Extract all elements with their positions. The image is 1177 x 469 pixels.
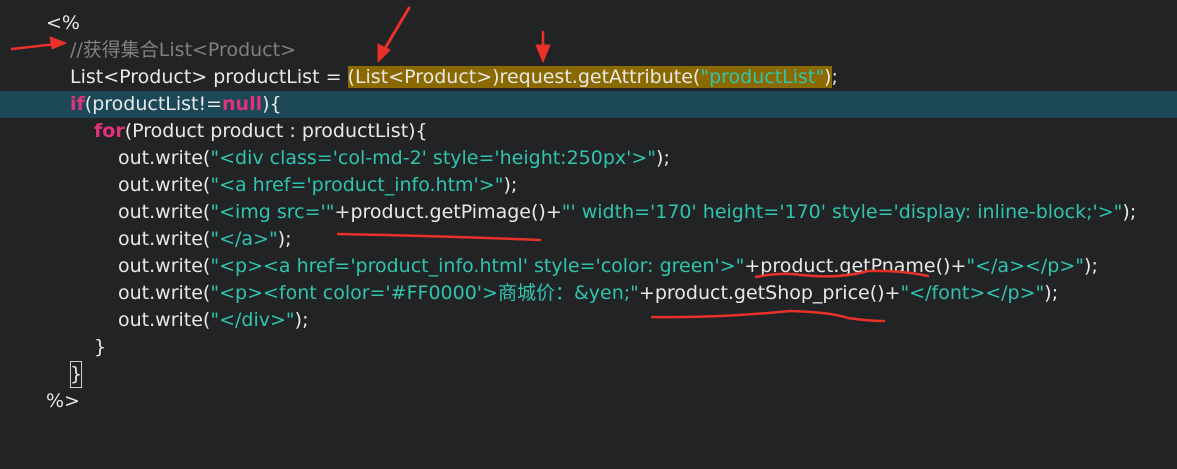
string-literal: "</font></p>" <box>900 282 1045 304</box>
string-literal: "<p><font color='#FF0000'>商城价：&yen;" <box>210 282 639 304</box>
code-line-10[interactable]: out.write("<p><a href='product_info.html… <box>0 253 1177 280</box>
code-line-3[interactable]: List<Product> productList = (List<Produc… <box>0 64 1177 91</box>
code-comment: //获得集合List<Product> <box>70 39 296 61</box>
code-statement: List<Product> productList = (List<Produc… <box>70 64 838 91</box>
code-line-11[interactable]: out.write("<p><font color='#FF0000'>商城价：… <box>0 280 1177 307</box>
string-literal: "<a href='product_info.htm'>" <box>210 174 504 196</box>
call-end: ); <box>294 309 309 331</box>
call-end: ); <box>503 174 518 196</box>
code-line-9[interactable]: out.write("</a>"); <box>0 226 1177 253</box>
code-line-4-current[interactable]: if(productList!=null){ <box>0 91 1177 118</box>
semicolon: ; <box>831 66 838 88</box>
code-statement: if(productList!=null){ <box>70 91 282 118</box>
code-statement: out.write("</a>"); <box>118 226 292 253</box>
code-line-13[interactable]: } <box>0 334 1177 361</box>
code-statement: for(Product product : productList){ <box>94 118 428 145</box>
method-call: out.write( <box>118 174 211 196</box>
string-literal: "</a>" <box>210 228 278 250</box>
code-statement: out.write("<p><font color='#FF0000'>商城价：… <box>118 280 1058 307</box>
code-statement: out.write("</div>"); <box>118 307 308 334</box>
code-line-5[interactable]: for(Product product : productList){ <box>0 118 1177 145</box>
code-line-6[interactable]: out.write("<div class='col-md-2' style='… <box>0 145 1177 172</box>
concat-operator: + <box>744 255 761 277</box>
string-literal: "<img src='" <box>210 201 335 223</box>
condition-close: ){ <box>262 93 282 115</box>
getter-expression: product.getPimage() <box>350 201 546 223</box>
method-call: out.write( <box>118 147 211 169</box>
getter-expression: product.getPname() <box>760 255 951 277</box>
string-literal: "<div class='col-md-2' style='height:250… <box>210 147 657 169</box>
code-line-12[interactable]: out.write("</div>"); <box>0 307 1177 334</box>
keyword-for: for <box>94 120 125 142</box>
call-end: ); <box>277 228 292 250</box>
keyword-null: null <box>222 93 263 115</box>
concat-operator: + <box>950 255 967 277</box>
jsp-open-tag: <% <box>46 12 80 34</box>
method-call: out.write( <box>118 228 211 250</box>
declaration-text: List<Product> productList = <box>70 66 348 88</box>
string-literal: "</div>" <box>210 309 295 331</box>
condition-text: (productList!= <box>84 93 223 115</box>
string-literal: "</a></p>" <box>966 255 1085 277</box>
concat-operator: + <box>334 201 351 223</box>
code-line-1[interactable]: <% <box>0 10 1177 37</box>
string-literal: "<p><a href='product_info.html' style='c… <box>210 255 745 277</box>
jsp-close-tag: %> <box>46 390 80 412</box>
loop-header: (Product product : productList){ <box>124 120 428 142</box>
cast-text: (List<Product>)request.getAttribute( <box>347 66 701 88</box>
code-statement: out.write("<a href='product_info.htm'>")… <box>118 172 517 199</box>
concat-operator: + <box>884 282 901 304</box>
getter-expression: product.getShop_price() <box>654 282 885 304</box>
code-line-15[interactable]: %> <box>0 388 1177 415</box>
method-call: out.write( <box>118 309 211 331</box>
code-line-7[interactable]: out.write("<a href='product_info.htm'>")… <box>0 172 1177 199</box>
code-statement: out.write("<div class='col-md-2' style='… <box>118 145 670 172</box>
code-line-2[interactable]: //获得集合List<Product> <box>0 37 1177 64</box>
code-line-14[interactable]: } <box>0 361 1177 388</box>
highlighted-cast-expression: (List<Product>)request.getAttribute("pro… <box>347 66 832 88</box>
call-end: ); <box>656 147 670 169</box>
call-end: ); <box>1122 201 1137 223</box>
code-statement: out.write("<img src='"+product.getPimage… <box>118 199 1136 226</box>
call-end: ); <box>1084 255 1098 277</box>
call-end: ); <box>1044 282 1059 304</box>
method-call: out.write( <box>118 282 211 304</box>
concat-operator: + <box>545 201 562 223</box>
close-paren: ) <box>824 66 832 88</box>
concat-operator: + <box>638 282 655 304</box>
string-literal: "productList" <box>700 66 825 88</box>
code-editor[interactable]: <% //获得集合List<Product> List<Product> pro… <box>0 0 1177 425</box>
keyword-if: if <box>70 93 85 115</box>
method-call: out.write( <box>118 255 211 277</box>
code-line-8[interactable]: out.write("<img src='"+product.getPimage… <box>0 199 1177 226</box>
code-statement: out.write("<p><a href='product_info.html… <box>118 253 1098 280</box>
method-call: out.write( <box>118 201 211 223</box>
string-literal: "' width='170' height='170' style='displ… <box>561 201 1123 223</box>
closing-brace: } <box>94 336 107 358</box>
matched-closing-brace: } <box>70 361 83 388</box>
